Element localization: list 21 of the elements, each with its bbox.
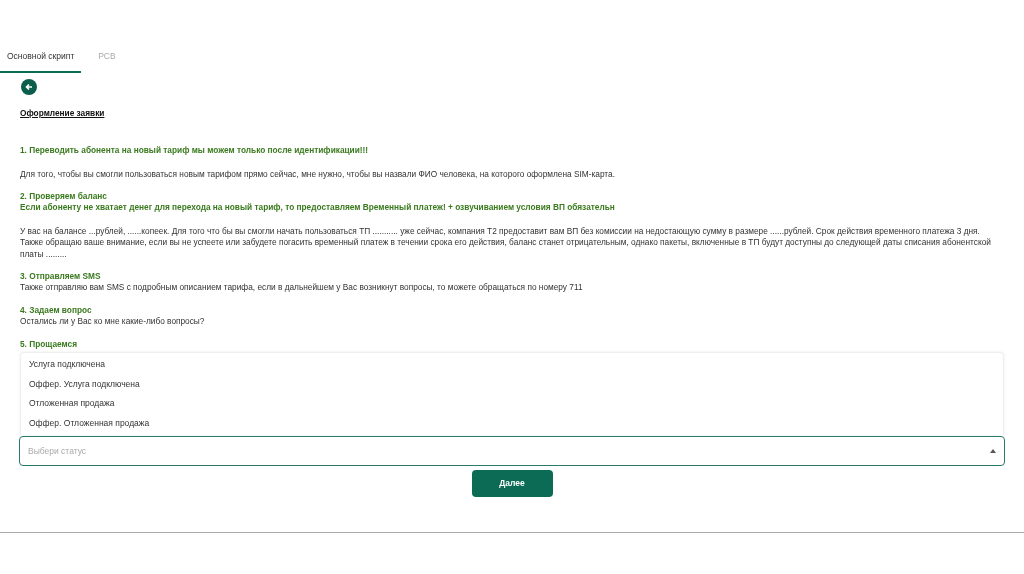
section-heading: 2. Проверяем баланс: [20, 190, 108, 203]
dropdown-option[interactable]: Услуга подключена: [21, 355, 1003, 375]
section-title: Оформление заявки: [20, 107, 106, 120]
next-button[interactable]: Далее: [471, 470, 553, 498]
tab[interactable]: Основной скрипт: [0, 44, 82, 73]
dropdown-option[interactable]: Отложенная продажа: [21, 394, 1003, 414]
dropdown-option[interactable]: Оффер. Отложенная продажа: [21, 413, 1003, 434]
status-select[interactable]: Выбери статус: [19, 436, 1005, 467]
script-text: Для того, чтобы вы смогли пользоваться новым тарифом прямо сейчас, мне нужно, чтобы вы назвали ФИО человека, на которого оформлена SIM-карта.: [20, 168, 616, 180]
back-button[interactable]: [21, 78, 37, 95]
section-heading: 1. Переводить абонента на новый тариф мы можем только после идентификации!!!: [20, 145, 370, 157]
dropdown-option[interactable]: Оффер. Услуга подключена: [21, 374, 1003, 395]
section-heading: 5. Прощаемся: [20, 338, 79, 351]
script-text: Также отправляю вам SMS с подробным описанием тарифа, если в дальнейшем у Вас возникнут вопросы, то можете обращаться по номеру 711: [20, 282, 584, 294]
section-heading: 3. Отправляем SMS: [20, 271, 102, 283]
script-text: Также обращаю ваше внимание, если вы не успеете или забудете погасить временный платеж в течении срока его действия, баланс станет отрицательным, однако пакеты, включенные в ТП будут доступны до следующей даты списания абонентской платы .........: [20, 237, 992, 260]
section-heading: 4. Задаем вопрос: [20, 304, 93, 317]
script-text: У вас на балансе ...рублей, ......копеек. Для того что бы вы смогли начать пользоваться ТП ........... уже сейчас, компания Т2 предоставит вам ВП без комиссии на недостающую сумму в размере ......рублей. Срок действия временного платежа 3 дня.: [20, 225, 981, 238]
arrow-left-icon: [25, 82, 33, 91]
script-text: Остались ли у Вас ко мне какие-либо вопросы?: [20, 316, 206, 328]
section-heading: Если абоненту не хватает денег для перехода на новый тариф, то предоставляем Временный платеж! + озвучиванием условия ВП обязательн: [20, 202, 616, 214]
